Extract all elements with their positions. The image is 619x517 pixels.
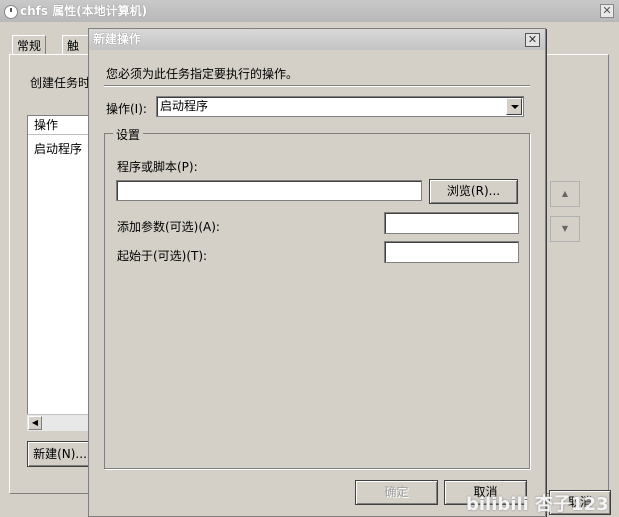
- window-titlebar: chfs 属性(本地计算机): [0, 0, 619, 22]
- browse-button[interactable]: 浏览(R)...: [429, 179, 518, 204]
- window-close-button[interactable]: ✕: [600, 4, 614, 18]
- dialog-titlebar: 新建操作: [89, 29, 545, 50]
- scroll-left-icon[interactable]: ◀: [28, 416, 42, 430]
- divider: [104, 85, 530, 87]
- arguments-label: 添加参数(可选)(A):: [117, 220, 220, 234]
- action-label: 操作(I):: [106, 102, 147, 116]
- action-select[interactable]: 启动程序: [156, 96, 524, 117]
- instruction-text: 您必须为此任务指定要执行的操作。: [106, 67, 299, 81]
- task-description: 创建任务时: [30, 76, 91, 90]
- start-in-input[interactable]: [384, 241, 519, 263]
- actions-list[interactable]: 操作 启动程序: [27, 115, 98, 431]
- window-title: chfs 属性(本地计算机): [20, 4, 148, 18]
- close-icon[interactable]: ✕: [525, 33, 540, 47]
- dialog-title: 新建操作: [93, 32, 142, 46]
- watermark: bilibili 杏子123: [466, 494, 609, 515]
- program-input[interactable]: [116, 180, 422, 201]
- ok-button[interactable]: 确定: [355, 480, 438, 505]
- settings-group-label: 设置: [113, 126, 144, 143]
- horizontal-scrollbar[interactable]: ◀: [27, 414, 97, 431]
- new-action-dialog: 新建操作 ✕ 您必须为此任务指定要执行的操作。 操作(I): 启动程序 设置 程…: [88, 28, 546, 517]
- list-item[interactable]: 启动程序: [28, 140, 82, 157]
- program-label: 程序或脚本(P):: [117, 160, 198, 174]
- chevron-down-icon[interactable]: [506, 98, 522, 115]
- clock-icon: [4, 5, 18, 19]
- tab-general[interactable]: 常规: [12, 35, 47, 55]
- action-select-value: 启动程序: [160, 99, 209, 113]
- start-in-label: 起始于(可选)(T):: [117, 249, 208, 263]
- move-down-button[interactable]: ▼: [550, 216, 580, 242]
- arguments-input[interactable]: [384, 212, 519, 234]
- new-action-button[interactable]: 新建(N)...: [27, 441, 93, 467]
- move-up-button[interactable]: ▲: [550, 181, 580, 207]
